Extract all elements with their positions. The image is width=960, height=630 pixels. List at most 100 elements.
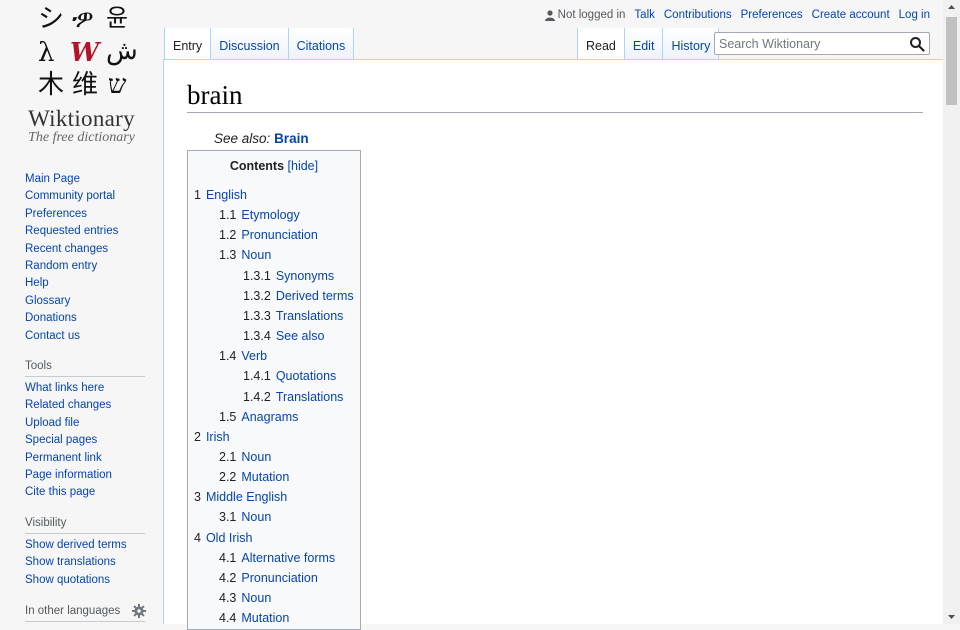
toc-hide-toggle[interactable]: [hide] (288, 159, 319, 173)
sidebar-visibility-link[interactable]: Show quotations (25, 574, 110, 586)
sidebar-item-preferences[interactable]: Preferences (25, 206, 118, 223)
toc-item[interactable]: 1.4.2 Translations (243, 390, 343, 404)
sidebar-item-link[interactable]: Help (25, 277, 49, 289)
sidebar-item-recent-changes[interactable]: Recent changes (25, 241, 118, 258)
toc-item-link[interactable]: Pronunciation (241, 571, 317, 585)
search-input[interactable] (719, 36, 904, 52)
contributions-link[interactable]: Contributions (664, 9, 732, 21)
sidebar-item-link[interactable]: Random entry (25, 260, 97, 272)
preferences-link[interactable]: Preferences (741, 9, 803, 21)
see-also-link[interactable]: Brain (274, 131, 309, 146)
scroll-up-arrow-icon[interactable] (943, 0, 960, 15)
toc-item-link[interactable]: Verb (241, 349, 267, 363)
toc-item[interactable]: 4.4 Mutation (219, 611, 289, 625)
toc-item-link[interactable]: Mutation (241, 611, 289, 625)
scrollbar-thumb[interactable] (946, 17, 957, 105)
sidebar-tool-link[interactable]: Special pages (25, 434, 97, 446)
sidebar-tool-link[interactable]: Upload file (25, 417, 79, 429)
page-scrollbar[interactable] (943, 0, 960, 624)
toc-item[interactable]: 1.3.3 Translations (243, 309, 343, 323)
tab-history[interactable]: History (663, 28, 720, 59)
toc-item[interactable]: 4.2 Pronunciation (219, 571, 318, 585)
sidebar-visibility-link[interactable]: Show translations (25, 556, 116, 568)
toc-item-link[interactable]: Quotations (276, 369, 336, 383)
sidebar-tool-permanent-link[interactable]: Permanent link (25, 450, 112, 467)
sidebar-item-link[interactable]: Recent changes (25, 243, 108, 255)
toc-item[interactable]: 1.3 Noun (219, 248, 271, 262)
toc-item[interactable]: 4 Old Irish (194, 531, 253, 545)
tab-entry[interactable]: Entry (164, 28, 212, 60)
toc-item-link[interactable]: See also (276, 329, 325, 343)
toc-item-link[interactable]: Pronunciation (241, 228, 317, 242)
sidebar-item-link[interactable]: Main Page (25, 173, 80, 185)
toc-item[interactable]: 1.2 Pronunciation (219, 228, 318, 242)
tab-read[interactable]: Read (577, 28, 625, 60)
toc-item-link[interactable]: Alternative forms (241, 551, 335, 565)
toc-item-link[interactable]: Noun (241, 510, 271, 524)
sidebar-item-link[interactable]: Preferences (25, 208, 87, 220)
sidebar-visibility-show-quotations[interactable]: Show quotations (25, 572, 127, 589)
sidebar-tool-link[interactable]: Related changes (25, 399, 111, 411)
toc-item[interactable]: 2 Irish (194, 430, 230, 444)
sidebar-item-link[interactable]: Community portal (25, 190, 115, 202)
sidebar-tool-link[interactable]: Permanent link (25, 452, 102, 464)
sidebar-tool-link[interactable]: Page information (25, 469, 112, 481)
toc-item[interactable]: 1.4 Verb (219, 349, 267, 363)
sidebar-item-main-page[interactable]: Main Page (25, 171, 118, 188)
sidebar-item-requested-entries[interactable]: Requested entries (25, 223, 118, 240)
sidebar-item-link[interactable]: Contact us (25, 330, 80, 342)
toc-item[interactable]: 1.3.1 Synonyms (243, 269, 334, 283)
toc-item[interactable]: 1.1 Etymology (219, 208, 300, 222)
sidebar-tool-related-changes[interactable]: Related changes (25, 397, 112, 414)
sidebar-item-help[interactable]: Help (25, 275, 118, 292)
toc-item-link[interactable]: Synonyms (276, 269, 334, 283)
sidebar-tool-page-information[interactable]: Page information (25, 467, 112, 484)
toc-item-link[interactable]: Noun (241, 591, 271, 605)
toc-item[interactable]: 1 English (194, 188, 247, 202)
sidebar-visibility-link[interactable]: Show derived terms (25, 539, 127, 551)
toc-item-link[interactable]: Irish (206, 430, 230, 444)
toc-item[interactable]: 3 Middle English (194, 490, 287, 504)
sidebar-tool-what-links-here[interactable]: What links here (25, 380, 112, 397)
sidebar-item-donations[interactable]: Donations (25, 310, 118, 327)
toc-item-link[interactable]: Translations (276, 309, 344, 323)
sidebar-visibility-show-derived-terms[interactable]: Show derived terms (25, 537, 127, 554)
toc-item-link[interactable]: Etymology (241, 208, 299, 222)
toc-item[interactable]: 1.4.1 Quotations (243, 369, 336, 383)
toc-item[interactable]: 1.3.4 See also (243, 329, 324, 343)
toc-item[interactable]: 1.5 Anagrams (219, 410, 298, 424)
log-in-link[interactable]: Log in (899, 9, 930, 21)
create-account-link[interactable]: Create account (812, 9, 890, 21)
site-logo[interactable]: シ ዏ 윤 λ W ش ⽊ 维 ש Wiktionary The free di… (0, 0, 163, 160)
sidebar-item-link[interactable]: Donations (25, 312, 77, 324)
toc-item[interactable]: 4.3 Noun (219, 591, 271, 605)
sidebar-tool-special-pages[interactable]: Special pages (25, 432, 112, 449)
toc-item-link[interactable]: Old Irish (206, 531, 253, 545)
toc-item-link[interactable]: Anagrams (241, 410, 298, 424)
scroll-down-arrow-icon[interactable] (943, 609, 960, 624)
sidebar-tool-cite-this-page[interactable]: Cite this page (25, 484, 112, 501)
toc-item-link[interactable]: Derived terms (276, 289, 354, 303)
tab-discussion[interactable]: Discussion (211, 28, 289, 59)
talk-link[interactable]: Talk (634, 9, 654, 21)
toc-item-link[interactable]: Middle English (206, 490, 287, 504)
sidebar-item-link[interactable]: Requested entries (25, 225, 118, 237)
tab-citations[interactable]: Citations (288, 28, 355, 59)
toc-item-link[interactable]: English (206, 188, 247, 202)
sidebar-item-link[interactable]: Glossary (25, 295, 70, 307)
toc-item[interactable]: 2.1 Noun (219, 450, 271, 464)
toc-item[interactable]: 1.3.2 Derived terms (243, 289, 354, 303)
gear-icon[interactable] (132, 604, 146, 618)
sidebar-item-glossary[interactable]: Glossary (25, 293, 118, 310)
toc-item[interactable]: 3.1 Noun (219, 510, 271, 524)
sidebar-item-random-entry[interactable]: Random entry (25, 258, 118, 275)
toc-item-link[interactable]: Noun (241, 450, 271, 464)
sidebar-tool-upload-file[interactable]: Upload file (25, 415, 112, 432)
toc-item-link[interactable]: Mutation (241, 470, 289, 484)
search-icon[interactable] (909, 36, 925, 52)
sidebar-tool-link[interactable]: Cite this page (25, 486, 95, 498)
toc-item[interactable]: 2.2 Mutation (219, 470, 289, 484)
toc-item-link[interactable]: Translations (276, 390, 344, 404)
tab-edit[interactable]: Edit (624, 28, 664, 59)
sidebar-item-community-portal[interactable]: Community portal (25, 188, 118, 205)
